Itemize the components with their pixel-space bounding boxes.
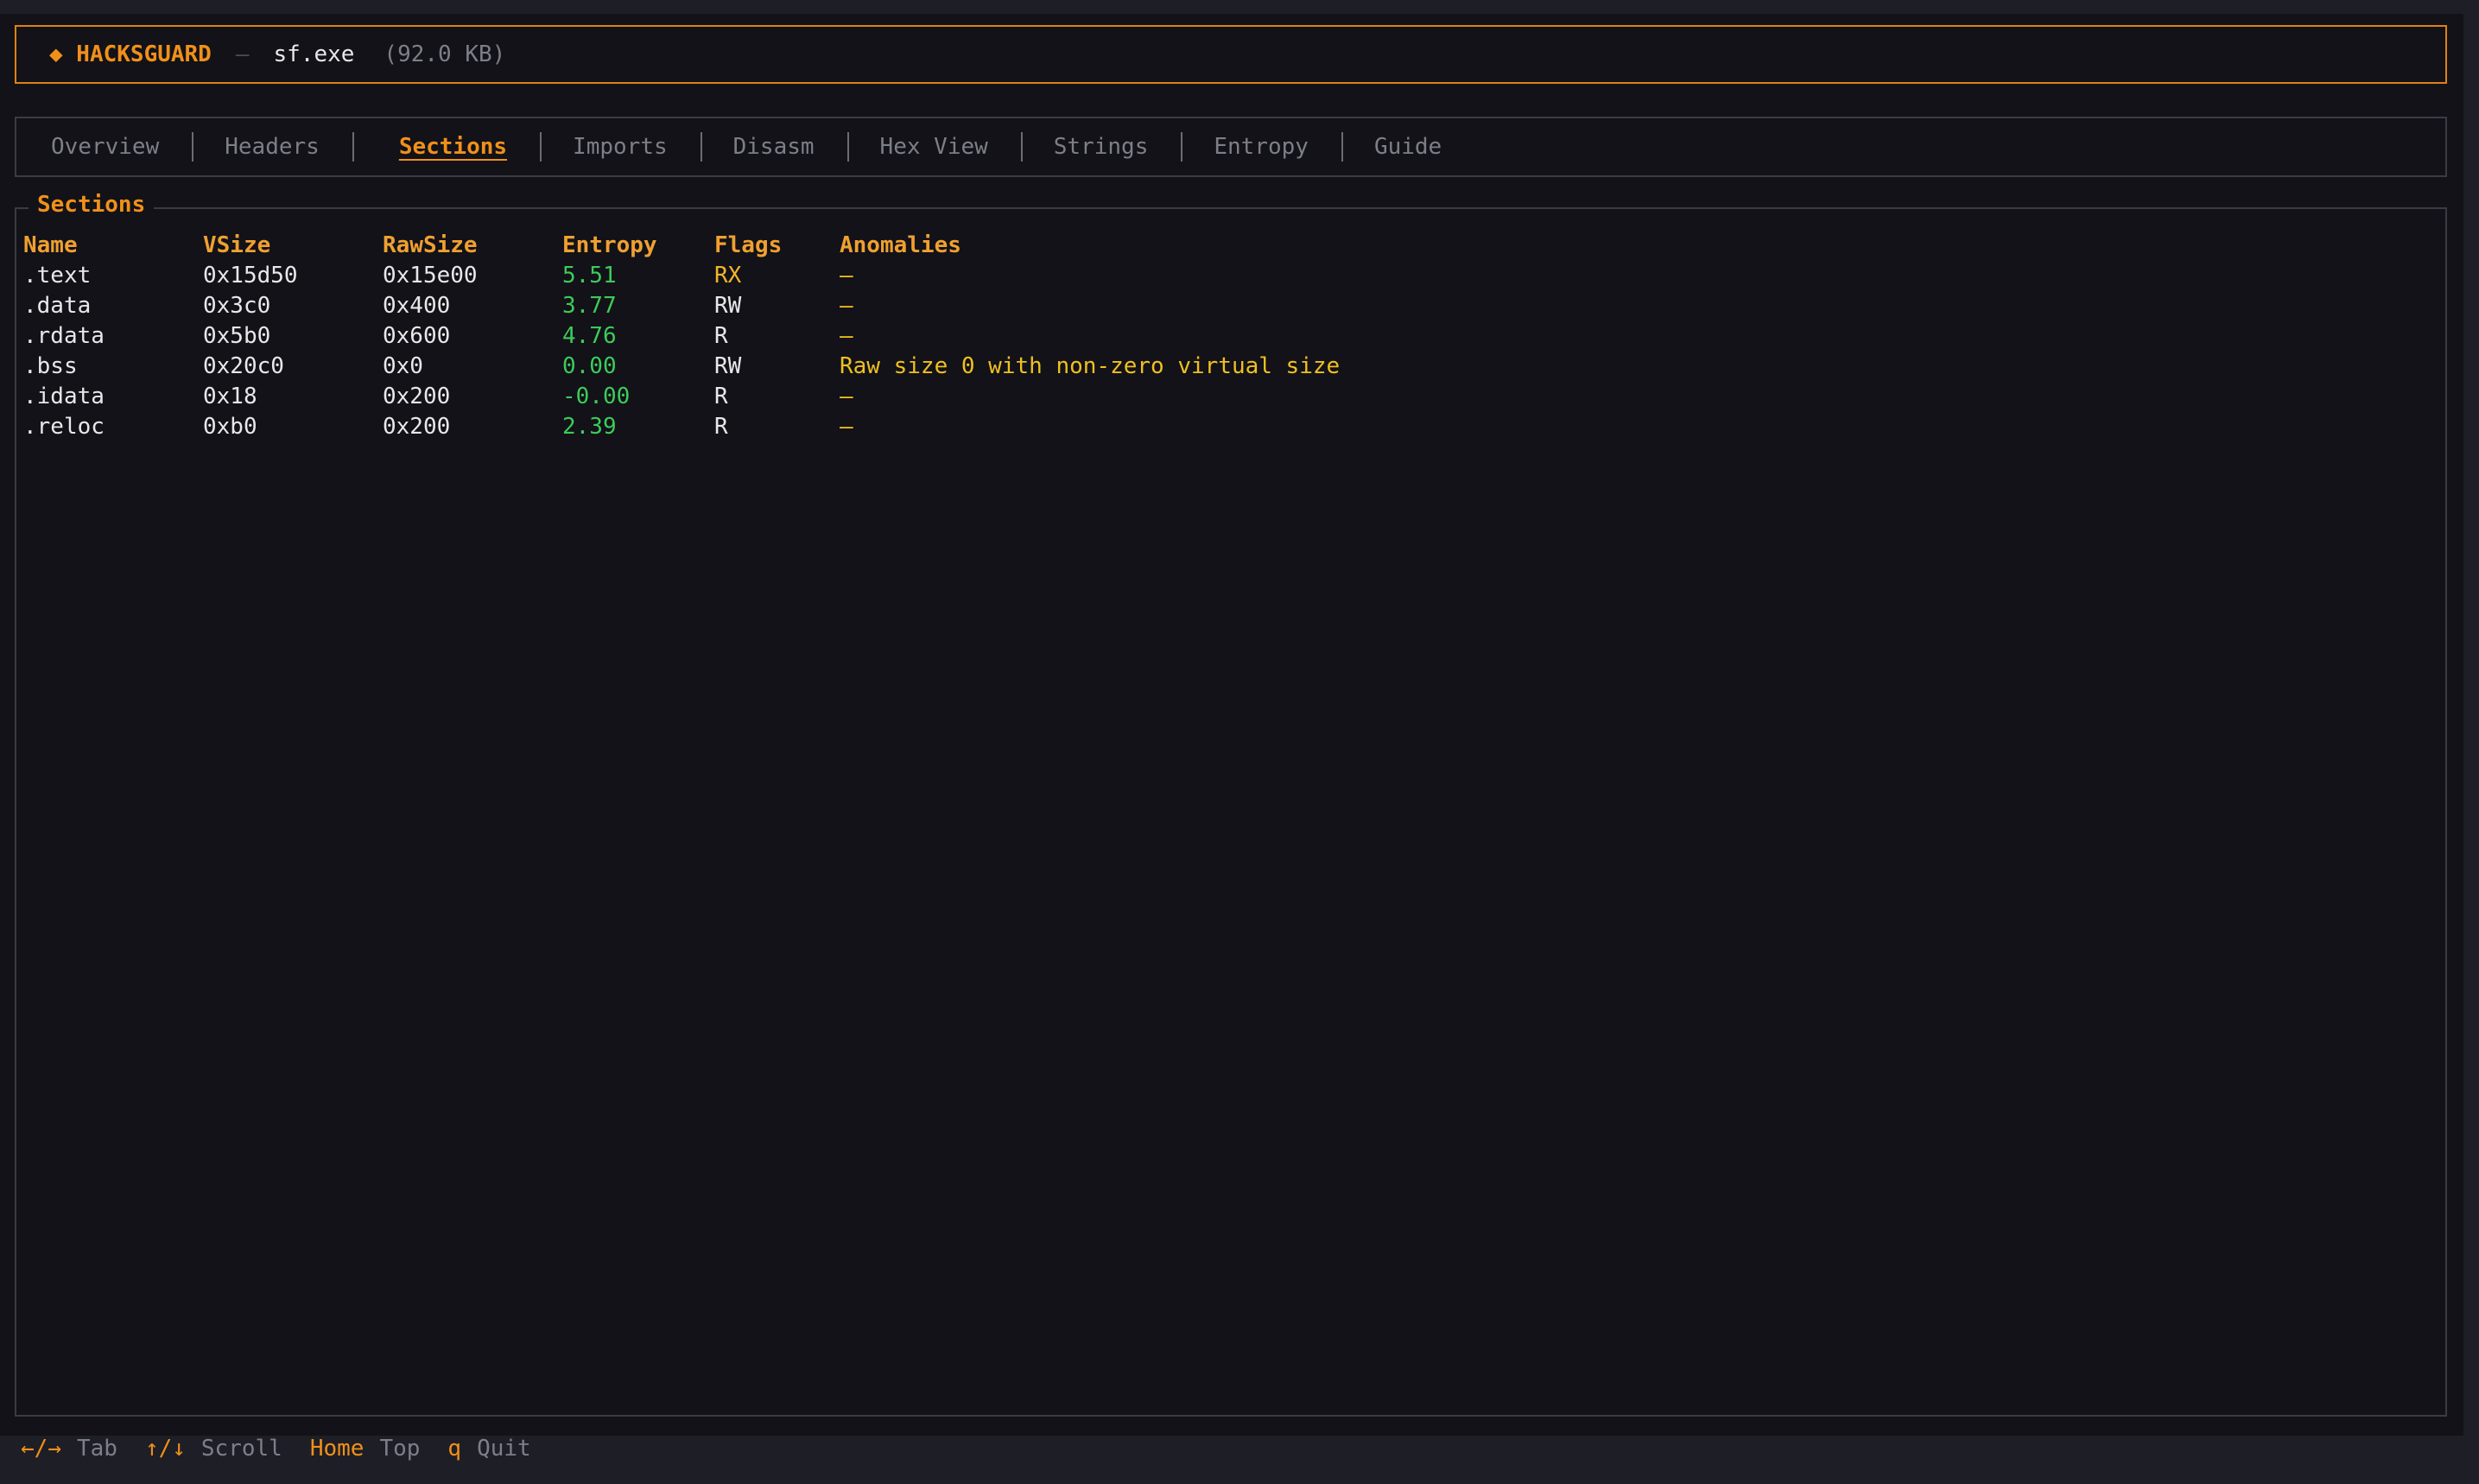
tab-divider [1181,132,1183,162]
cell-vsize: 0x5b0 [203,322,271,349]
cell-entropy: 4.76 [562,322,617,349]
tab-hex-view[interactable]: Hex View [880,134,1004,160]
tab-disasm[interactable]: Disasm [733,134,830,160]
cell-name: .idata [23,383,105,409]
file-size: (92.0 KB) [384,41,506,67]
cell-entropy: 0.00 [562,352,617,379]
file-name: sf.exe [273,41,355,67]
cell-entropy: 2.39 [562,413,617,440]
cell-rawsize: 0x200 [383,383,451,409]
hint-action-tab: Tab [76,1436,117,1462]
tab-guide[interactable]: Guide [1374,134,1457,160]
hint-action-top: Top [379,1436,421,1462]
cell-rawsize: 0x200 [383,413,451,440]
hint-key-quit: q [447,1436,462,1462]
cell-vsize: 0x18 [203,383,257,409]
table-row: .reloc 0xb0 0x200 2.39 R — [23,411,1340,441]
cell-flags: RW [714,352,742,379]
cell-name: .rdata [23,322,105,349]
cell-flags: R [714,413,728,440]
cell-anomalies: — [840,292,853,319]
column-header-name: Name [23,231,78,258]
cell-name: .bss [23,352,78,379]
hint-key-top: Home [309,1436,365,1462]
cell-vsize: 0xb0 [203,413,257,440]
cell-rawsize: 0x600 [383,322,451,349]
app-brand: ◆ HACKSGUARD [49,41,212,67]
tab-divider [540,132,542,162]
tab-divider [700,132,702,162]
table-header-row: Name VSize RawSize Entropy Flags Anomali… [23,230,1340,260]
cell-entropy: 5.51 [562,262,617,289]
cell-vsize: 0x20c0 [203,352,284,379]
header-separator: — [235,41,250,67]
tab-sections[interactable]: Sections [385,134,523,160]
terminal-window: ◆ HACKSGUARD — sf.exe (92.0 KB) Overview… [0,14,2463,1436]
tab-imports[interactable]: Imports [573,134,683,160]
column-header-flags: Flags [714,231,783,258]
tab-headers[interactable]: Headers [225,134,335,160]
keybinding-footer: ←/→ Tab ↑/↓ Scroll Home Top q Quit [21,1434,559,1463]
cell-anomalies: — [840,413,853,440]
tab-bar: Overview Headers Sections Imports Disasm… [15,117,2447,177]
hint-action-scroll: Scroll [200,1436,282,1462]
sections-panel[interactable]: Sections Name VSize RawSize Entropy Flag… [15,192,2447,1417]
tab-divider [352,132,354,162]
table-row: .idata 0x18 0x200 -0.00 R — [23,381,1340,411]
cell-name: .data [23,292,92,319]
cell-rawsize: 0x400 [383,292,451,319]
column-header-entropy: Entropy [562,231,657,258]
panel-title: Sections [29,192,155,218]
app-header: ◆ HACKSGUARD — sf.exe (92.0 KB) [15,25,2447,84]
tab-entropy[interactable]: Entropy [1214,134,1324,160]
tab-strings[interactable]: Strings [1054,134,1164,160]
table-row: .data 0x3c0 0x400 3.77 RW — [23,290,1340,320]
cell-rawsize: 0x0 [383,352,423,379]
cell-vsize: 0x3c0 [203,292,271,319]
cell-flags: R [714,383,728,409]
cell-vsize: 0x15d50 [203,262,298,289]
cell-entropy: 3.77 [562,292,617,319]
table-row: .rdata 0x5b0 0x600 4.76 R — [23,320,1340,351]
column-header-vsize: VSize [203,231,271,258]
cell-anomalies: — [840,322,853,349]
hint-key-tab: ←/→ [21,1436,61,1462]
tab-overview[interactable]: Overview [51,134,174,160]
cell-anomalies: — [840,383,853,409]
cell-anomalies: — [840,262,853,289]
cell-flags: R [714,322,728,349]
hint-action-quit: Quit [477,1436,531,1462]
sections-table: Name VSize RawSize Entropy Flags Anomali… [23,230,1340,441]
tab-divider [1020,132,1023,162]
cell-name: .text [23,262,92,289]
column-header-anomalies: Anomalies [840,231,961,258]
table-row: .bss 0x20c0 0x0 0.00 RW Raw size 0 with … [23,351,1340,381]
tab-divider [192,132,194,162]
hint-key-scroll: ↑/↓ [144,1436,186,1462]
cell-flags: RW [714,292,742,319]
cell-name: .reloc [23,413,105,440]
cell-entropy: -0.00 [562,383,631,409]
tab-divider [846,132,849,162]
cell-anomalies: Raw size 0 with non-zero virtual size [840,352,1341,379]
column-header-rawsize: RawSize [383,231,478,258]
cell-flags: RX [714,262,742,289]
screen: ◆ HACKSGUARD — sf.exe (92.0 KB) Overview… [0,0,2479,1484]
cell-rawsize: 0x15e00 [383,262,478,289]
tab-divider [1341,132,1343,162]
table-row: .text 0x15d50 0x15e00 5.51 RX — [23,260,1340,290]
